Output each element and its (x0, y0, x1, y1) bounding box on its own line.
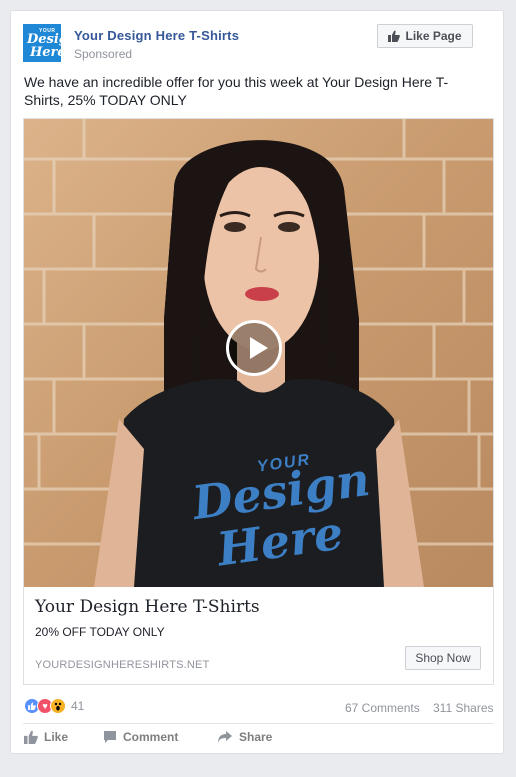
wow-reaction-icon (50, 698, 66, 714)
like-page-button[interactable]: Like Page (377, 24, 473, 48)
share-arrow-icon (218, 731, 232, 743)
page-avatar[interactable]: YOUR Design Here (23, 24, 61, 62)
sponsored-label: Sponsored (74, 47, 133, 61)
video-player[interactable]: YOUR Design Here (24, 119, 493, 587)
share-action-button[interactable]: Share (217, 730, 272, 744)
like-page-label: Like Page (405, 29, 462, 43)
share-action-label: Share (239, 730, 273, 744)
thumbs-up-icon (388, 30, 401, 42)
post-message: We have an incredible offer for you this… (24, 74, 449, 108)
like-action-label: Like (44, 730, 69, 744)
card-subtitle: 20% OFF TODAY ONLY (35, 625, 165, 639)
shares-count-link[interactable]: 311 Shares (433, 701, 494, 715)
link-card[interactable]: YOUR Design Here Your Design Here T-Shir… (23, 118, 494, 685)
page-name-link[interactable]: Your Design Here T-Shirts (74, 28, 239, 43)
like-action-button[interactable]: Like (24, 730, 68, 744)
card-domain: YOURDESIGNHERESHIRTS.NET (35, 659, 210, 671)
comment-bubble-icon (104, 731, 116, 743)
reaction-summary[interactable]: ♥ 41 (24, 698, 84, 714)
actions-divider (23, 723, 494, 724)
comment-action-button[interactable]: Comment (103, 730, 178, 744)
comment-action-label: Comment (123, 730, 179, 744)
play-icon[interactable] (226, 320, 282, 376)
sponsored-post: YOUR Design Here Your Design Here T-Shir… (10, 10, 504, 754)
reaction-count: 41 (71, 699, 85, 713)
comments-count-link[interactable]: 67 Comments (345, 701, 420, 715)
card-title[interactable]: Your Design Here T-Shirts (35, 597, 260, 617)
thumbs-up-icon (24, 730, 38, 744)
avatar-text-here: Here (30, 45, 61, 60)
shop-now-button[interactable]: Shop Now (405, 646, 481, 670)
